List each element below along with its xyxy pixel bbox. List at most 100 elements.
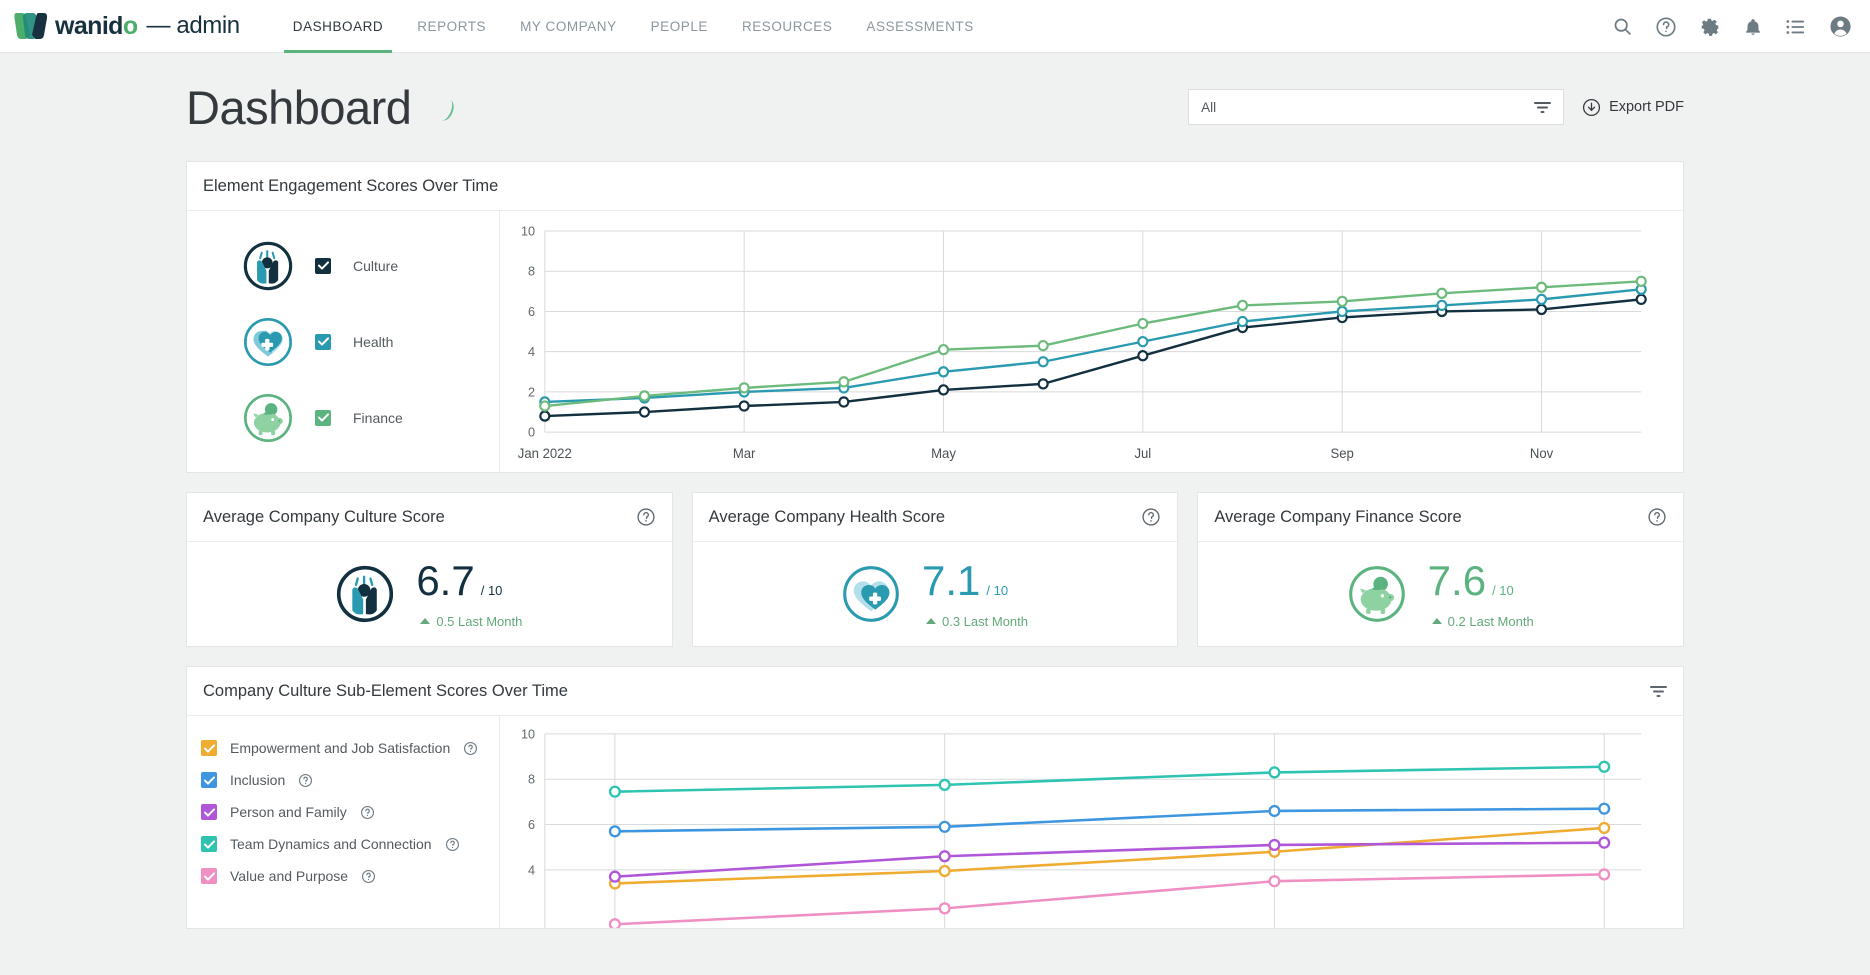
- svg-text:Jan 2022: Jan 2022: [518, 446, 572, 461]
- checkbox-team-dynamics[interactable]: [201, 836, 217, 852]
- checkbox-value-purpose[interactable]: [201, 868, 217, 884]
- health-score-delta: 0.3 Last Month: [922, 614, 1028, 629]
- sub-legend-item-team-dynamics[interactable]: Team Dynamics and Connection: [201, 836, 499, 852]
- svg-text:10: 10: [521, 726, 535, 741]
- account-icon[interactable]: [1829, 15, 1852, 38]
- bell-icon[interactable]: [1743, 16, 1763, 38]
- svg-text:Mar: Mar: [733, 446, 756, 461]
- check-icon: [204, 808, 215, 817]
- help-circle-icon[interactable]: [1141, 507, 1161, 527]
- finance-piggybank-icon: [1348, 565, 1406, 623]
- health-score-value: 7.1: [922, 560, 980, 602]
- element-engagement-card-header: Element Engagement Scores Over Time: [187, 162, 1683, 211]
- health-score-denominator: / 10: [986, 583, 1008, 598]
- legend-item-finance[interactable]: Finance: [243, 393, 499, 443]
- culture-score-value: 6.7: [416, 560, 474, 602]
- sub-legend-item-inclusion[interactable]: Inclusion: [201, 772, 499, 788]
- sub-element-body: Empowerment and Job Satisfaction Inclusi…: [187, 716, 1683, 928]
- health-heart-icon: [842, 565, 900, 623]
- help-circle-icon[interactable]: [636, 507, 656, 527]
- svg-text:4: 4: [528, 862, 535, 877]
- sub-legend-item-person-family[interactable]: Person and Family: [201, 804, 499, 820]
- health-score-header: Average Company Health Score: [693, 493, 1178, 542]
- nav-tab-reports[interactable]: REPORTS: [400, 0, 503, 53]
- wanido-w-logo-icon: [14, 11, 48, 41]
- help-circle-icon[interactable]: [298, 773, 313, 788]
- sub-element-svg: 4 6 8 10: [500, 726, 1649, 928]
- checkbox-inclusion[interactable]: [201, 772, 217, 788]
- finance-score-values: 7.6 / 10 0.2 Last Month: [1428, 560, 1534, 629]
- filter-icon[interactable]: [1650, 685, 1667, 698]
- check-icon: [204, 840, 215, 849]
- sub-legend-label-person-family: Person and Family: [230, 804, 347, 820]
- nav-tab-my-company[interactable]: MY COMPANY: [503, 0, 634, 53]
- culture-score-header: Average Company Culture Score: [187, 493, 672, 542]
- legend-item-health[interactable]: Health: [243, 317, 499, 367]
- finance-score-delta: 0.2 Last Month: [1428, 614, 1534, 629]
- help-circle-icon[interactable]: [360, 805, 375, 820]
- nav-tab-resources[interactable]: RESOURCES: [725, 0, 849, 53]
- brand-name: wanido: [55, 12, 138, 41]
- sub-legend-item-value-purpose[interactable]: Value and Purpose: [201, 868, 499, 884]
- sub-legend-item-empowerment[interactable]: Empowerment and Job Satisfaction: [201, 740, 499, 756]
- help-circle-icon[interactable]: [445, 837, 460, 852]
- finance-score-value: 7.6: [1428, 560, 1486, 602]
- brand-logo[interactable]: wanido — admin: [14, 11, 240, 41]
- brand-admin-suffix: — admin: [147, 12, 240, 40]
- gear-icon[interactable]: [1699, 16, 1721, 38]
- legend-label-finance: Finance: [353, 410, 403, 426]
- checkbox-culture[interactable]: [315, 258, 331, 274]
- nav-tab-people[interactable]: PEOPLE: [634, 0, 725, 53]
- element-engagement-plot: 0246810Jan 2022MarMayJulSepNov: [500, 211, 1683, 472]
- trend-up-icon: [420, 618, 430, 624]
- svg-text:6: 6: [528, 304, 535, 319]
- page-header-actions: All Export PDF: [1188, 89, 1684, 125]
- check-icon: [318, 337, 329, 346]
- svg-text:6: 6: [528, 817, 535, 832]
- nav-tab-dashboard[interactable]: DASHBOARD: [276, 0, 400, 53]
- culture-person-icon: [336, 565, 394, 623]
- list-icon[interactable]: [1785, 17, 1807, 37]
- top-navigation-bar: wanido — admin DASHBOARD REPORTS MY COMP…: [0, 0, 1870, 53]
- finance-score-denominator: / 10: [1492, 583, 1514, 598]
- checkbox-empowerment[interactable]: [201, 740, 217, 756]
- health-heart-icon: [243, 317, 293, 367]
- element-legend: Culture Health: [187, 211, 500, 472]
- export-pdf-button[interactable]: Export PDF: [1582, 98, 1684, 117]
- sub-element-card: Company Culture Sub-Element Scores Over …: [186, 666, 1684, 929]
- culture-score-title: Average Company Culture Score: [203, 508, 445, 527]
- sub-legend-label-empowerment: Empowerment and Job Satisfaction: [230, 740, 450, 756]
- help-circle-icon[interactable]: [361, 869, 376, 884]
- page-content: Dashboard All Export PDF: [0, 53, 1870, 929]
- check-icon: [204, 776, 215, 785]
- finance-score-title: Average Company Finance Score: [1214, 508, 1461, 527]
- sub-element-plot: 4 6 8 10: [500, 716, 1683, 928]
- sub-element-card-header: Company Culture Sub-Element Scores Over …: [187, 667, 1683, 716]
- legend-label-culture: Culture: [353, 258, 398, 274]
- help-circle-icon[interactable]: [1647, 507, 1667, 527]
- check-icon: [204, 872, 215, 881]
- checkbox-health[interactable]: [315, 334, 331, 350]
- svg-text:May: May: [931, 446, 956, 461]
- svg-text:Nov: Nov: [1530, 446, 1554, 461]
- main-nav-tabs: DASHBOARD REPORTS MY COMPANY PEOPLE RESO…: [276, 0, 991, 53]
- help-icon[interactable]: [1655, 16, 1677, 38]
- sub-legend-label-team-dynamics: Team Dynamics and Connection: [230, 836, 432, 852]
- filter-select[interactable]: All: [1188, 89, 1564, 125]
- checkbox-finance[interactable]: [315, 410, 331, 426]
- search-icon[interactable]: [1612, 16, 1633, 37]
- culture-score-card: Average Company Culture Score 6.7 / 10: [186, 492, 673, 647]
- check-icon: [204, 744, 215, 753]
- export-pdf-label: Export PDF: [1609, 99, 1684, 115]
- svg-text:0: 0: [528, 425, 535, 440]
- checkbox-person-family[interactable]: [201, 804, 217, 820]
- legend-item-culture[interactable]: Culture: [243, 241, 499, 291]
- element-engagement-body: Culture Health: [187, 211, 1683, 472]
- svg-text:8: 8: [528, 772, 535, 787]
- culture-score-delta: 0.5 Last Month: [416, 614, 522, 629]
- help-circle-icon[interactable]: [463, 741, 478, 756]
- health-score-delta-label: 0.3 Last Month: [942, 614, 1028, 629]
- page-title-wrap: Dashboard: [186, 80, 453, 135]
- nav-tab-assessments[interactable]: ASSESSMENTS: [849, 0, 990, 53]
- svg-text:Sep: Sep: [1331, 446, 1354, 461]
